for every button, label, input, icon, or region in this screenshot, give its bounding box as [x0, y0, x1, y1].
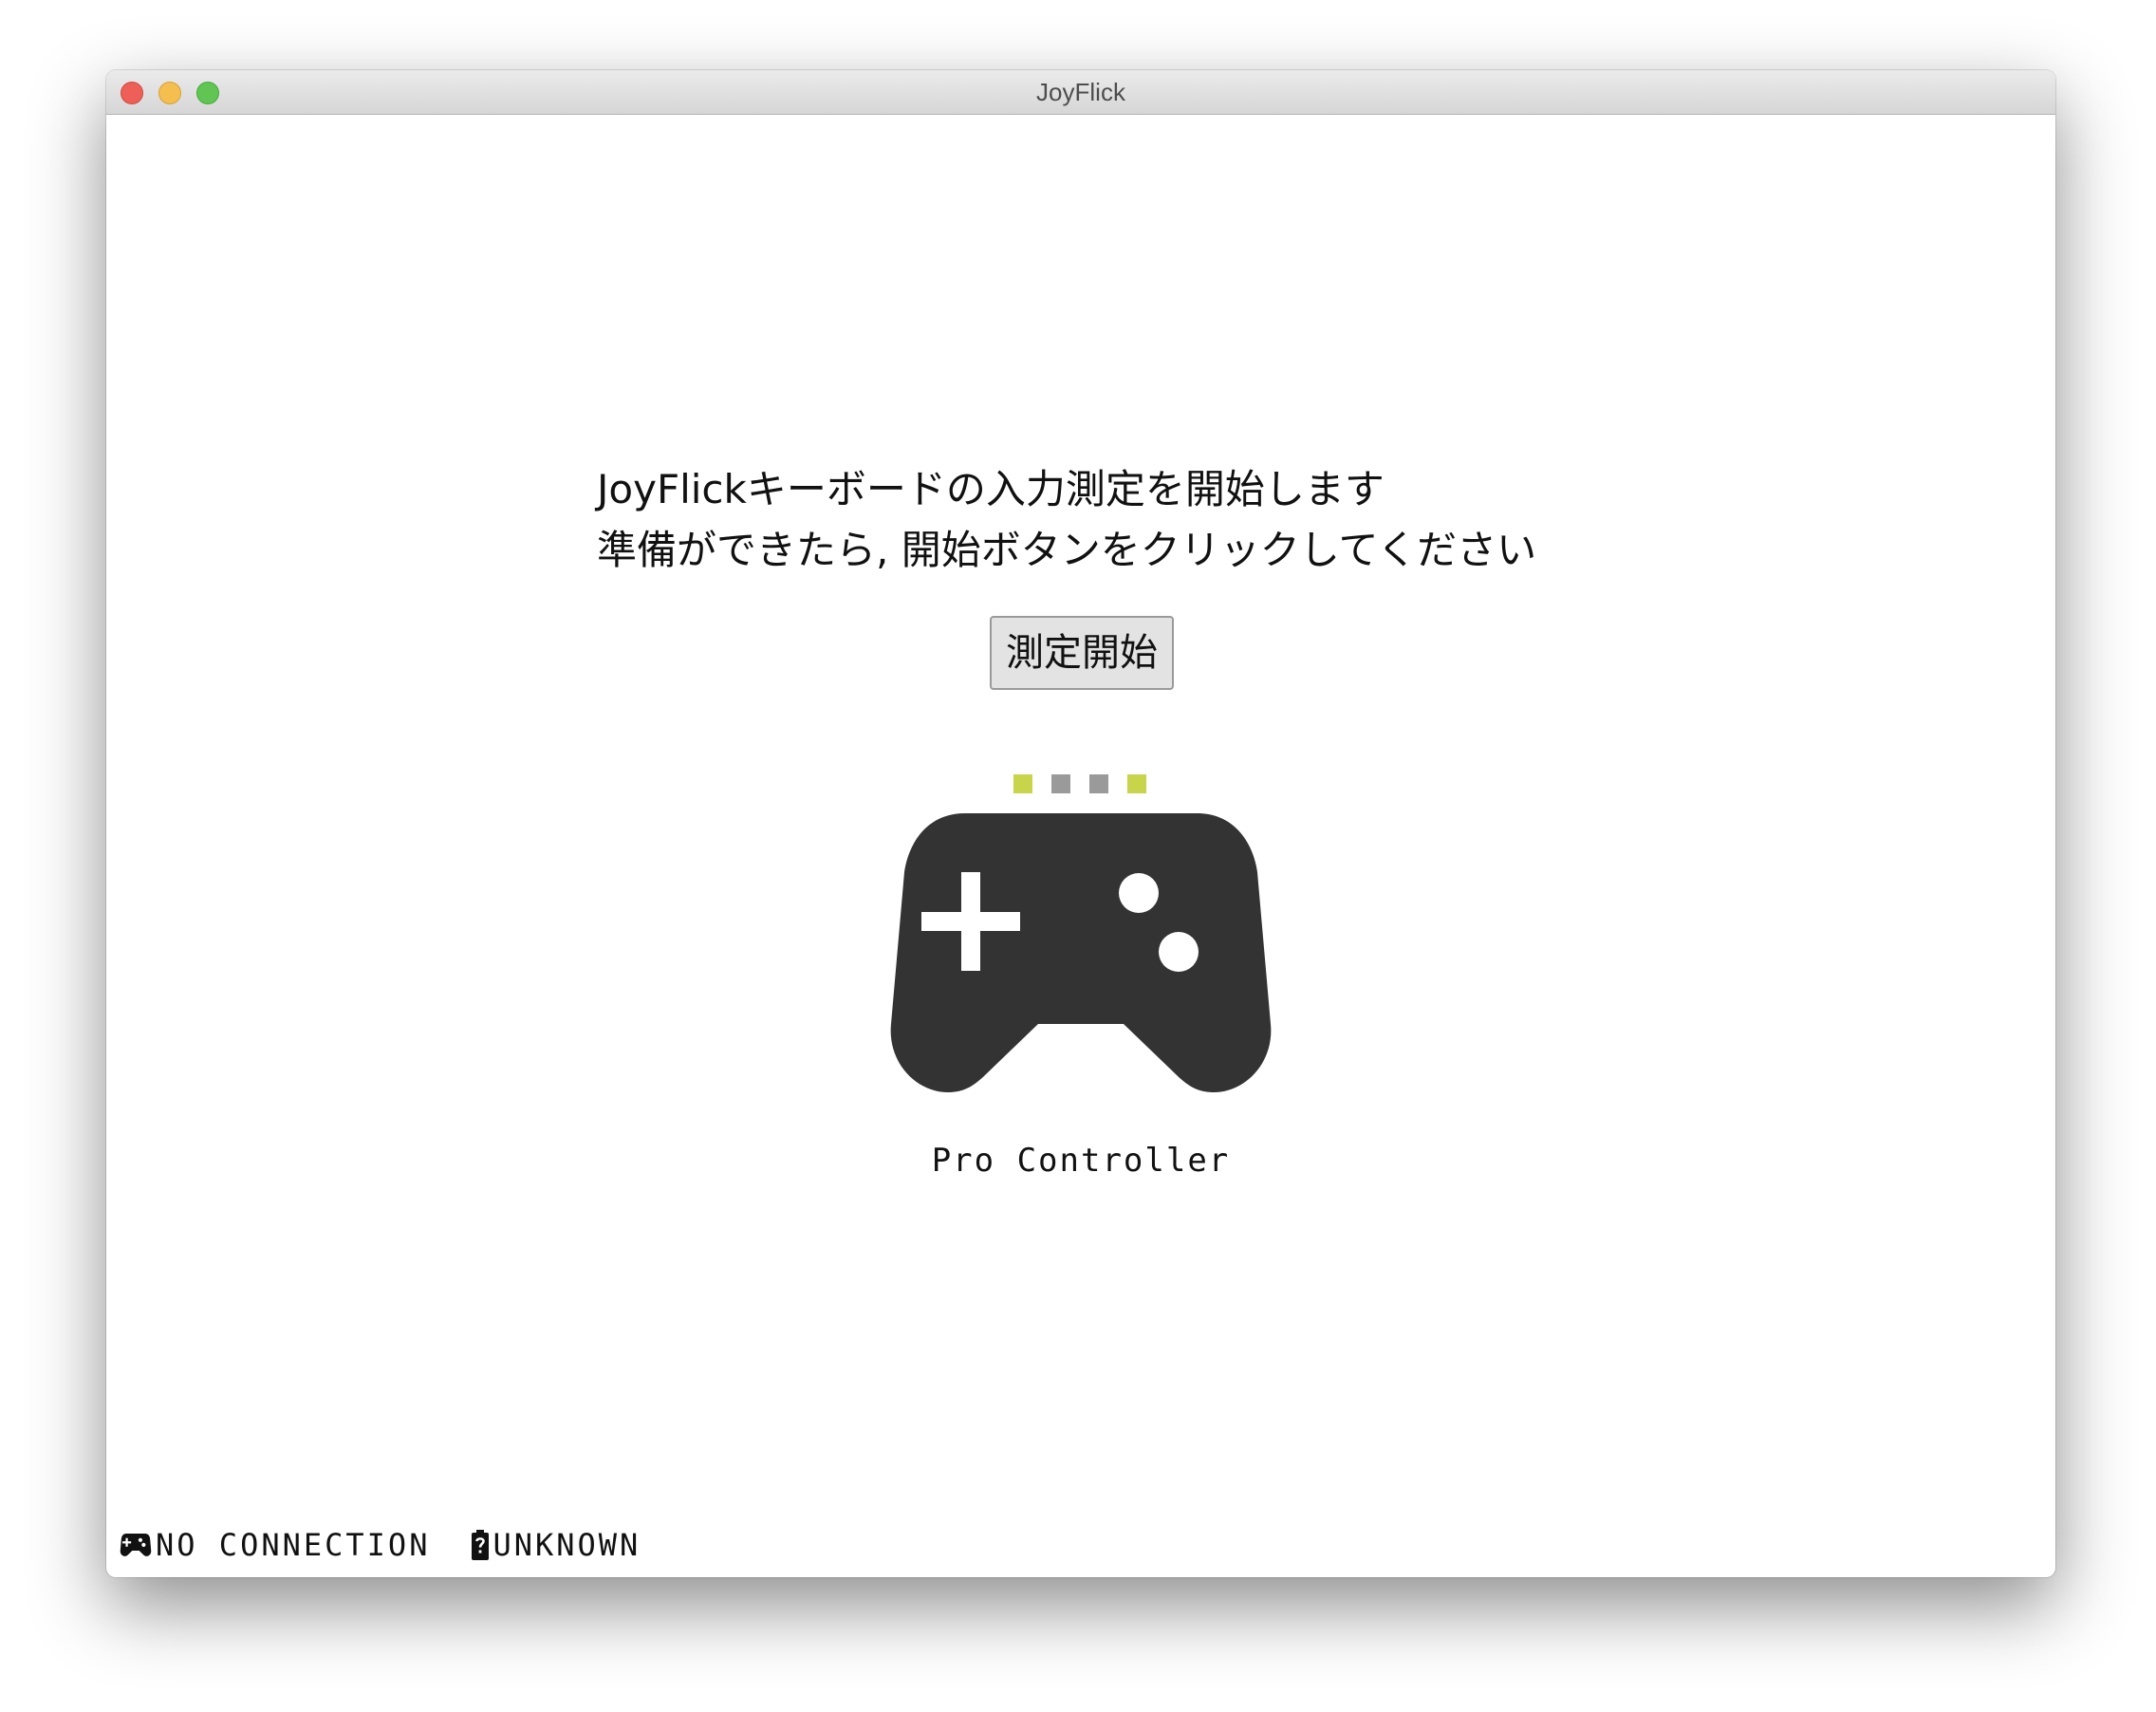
app-window: JoyFlick JoyFlickキーボードの入力測定を開始します 準備ができた… — [106, 70, 2055, 1577]
controller-name: Pro Controller — [931, 1142, 1231, 1180]
gamepad-icon — [120, 1534, 152, 1556]
player-leds — [1013, 774, 1146, 793]
title-bar[interactable]: JoyFlick — [106, 70, 2055, 115]
player-led-3 — [1089, 774, 1108, 793]
window-title: JoyFlick — [1036, 78, 1125, 106]
intro-line-1: JoyFlickキーボードの入力測定を開始します — [597, 466, 1385, 512]
main-content: JoyFlickキーボードの入力測定を開始します 準備ができたら, 開始ボタンを… — [106, 115, 2055, 1577]
player-led-4 — [1127, 774, 1146, 793]
intro-text: JoyFlickキーボードの入力測定を開始します 準備ができたら, 開始ボタンを… — [597, 459, 1536, 581]
gamepad-icon — [890, 813, 1272, 1092]
button-upper — [1119, 873, 1159, 913]
battery-status: UNKNOWN — [472, 1527, 641, 1563]
connection-status-label: NO CONNECTION — [156, 1527, 431, 1563]
battery-status-label: UNKNOWN — [493, 1527, 641, 1563]
dpad-horizontal — [921, 912, 1020, 931]
connection-status: NO CONNECTION — [120, 1527, 430, 1563]
button-lower — [1159, 932, 1199, 972]
player-led-2 — [1051, 774, 1070, 793]
player-led-1 — [1013, 774, 1032, 793]
battery-unknown-icon — [472, 1530, 490, 1560]
start-measurement-button[interactable]: 測定開始 — [990, 616, 1174, 690]
status-bar: NO CONNECTION UNKNOWN — [120, 1526, 641, 1564]
gamepad-body — [890, 813, 1272, 1092]
intro-line-2: 準備ができたら, 開始ボタンをクリックしてください — [597, 527, 1537, 573]
